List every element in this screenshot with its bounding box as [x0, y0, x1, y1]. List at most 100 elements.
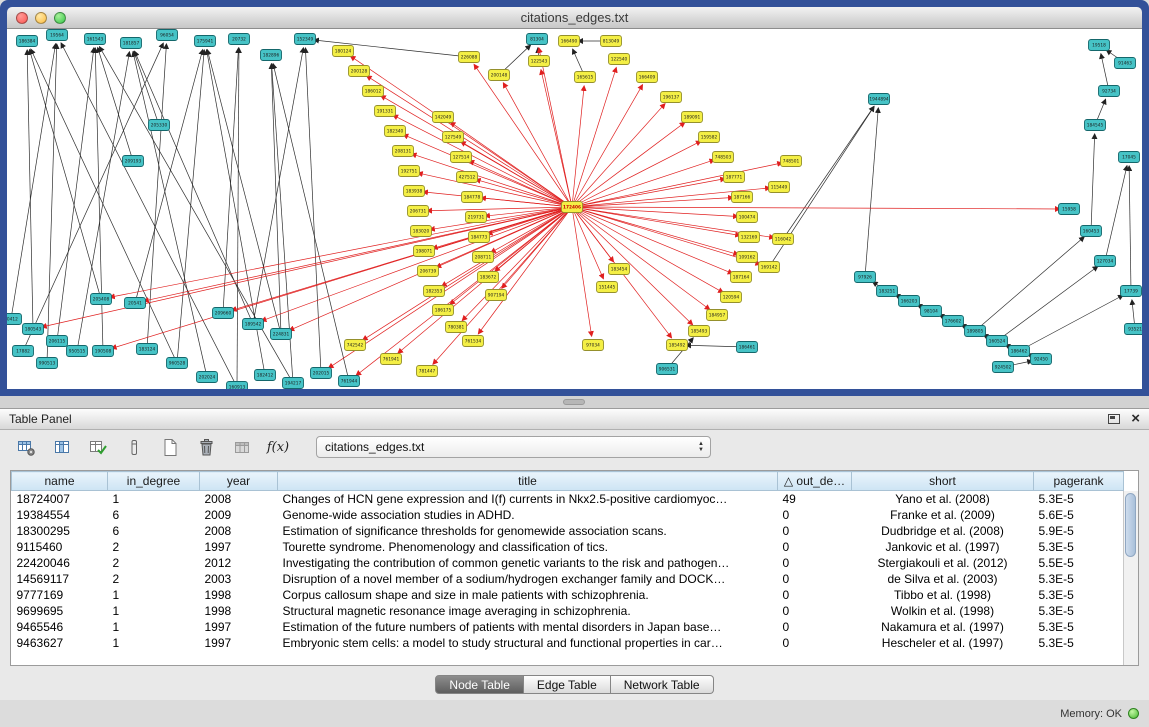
table-row[interactable]: 946554611997Estimation of the future num… [12, 619, 1124, 635]
graph-node[interactable]: 97034 [583, 340, 604, 351]
table-row[interactable]: 2242004622012Investigating the contribut… [12, 555, 1124, 571]
graph-node[interactable]: 159582 [699, 132, 720, 143]
graph-node[interactable]: 185493 [689, 326, 710, 337]
graph-node[interactable]: 190508 [93, 346, 114, 357]
table-cell[interactable]: 5.5E-5 [1034, 555, 1124, 571]
graph-node[interactable]: 202015 [311, 368, 332, 379]
table-cell[interactable]: 5.3E-5 [1034, 619, 1124, 635]
graph-node[interactable]: 160524 [987, 336, 1008, 347]
table-cell[interactable]: 5.3E-5 [1034, 571, 1124, 587]
graph-node[interactable]: 127549 [443, 132, 464, 143]
function-builder-icon[interactable]: f(x) [266, 435, 290, 459]
graph-node[interactable]: 205330 [149, 120, 170, 131]
graph-node[interactable]: 226088 [459, 52, 480, 63]
graph-node[interactable]: 950515 [67, 346, 88, 357]
graph-node[interactable]: 182340 [385, 126, 406, 137]
graph-node[interactable]: 198071 [414, 246, 435, 257]
graph-node[interactable]: 189542 [243, 319, 264, 330]
table-cell[interactable]: Dudbridge et al. (2008) [852, 523, 1034, 539]
graph-node[interactable]: 182412 [255, 370, 276, 381]
graph-node[interactable]: 19564 [47, 30, 68, 41]
graph-node[interactable]: 194217 [283, 378, 304, 389]
minimize-window-icon[interactable] [35, 12, 47, 24]
table-cell[interactable]: 5.9E-5 [1034, 523, 1124, 539]
graph-node[interactable]: 780381 [446, 322, 467, 333]
table-cell[interactable]: 0 [778, 619, 852, 635]
table-cell[interactable]: 1 [108, 603, 200, 619]
table-cell[interactable]: 9463627 [12, 635, 108, 651]
graph-node[interactable]: 907194 [486, 290, 507, 301]
graph-node[interactable]: 15958 [1059, 204, 1080, 215]
table-row[interactable]: 969969511998Structural magnetic resonanc… [12, 603, 1124, 619]
graph-node[interactable]: 960528 [167, 358, 188, 369]
new-document-icon[interactable] [158, 435, 182, 459]
column-header-3[interactable]: title [278, 472, 778, 491]
scrollbar-thumb[interactable] [1125, 493, 1136, 557]
graph-node[interactable]: 81304 [527, 34, 548, 45]
graph-node[interactable]: 183020 [411, 226, 432, 237]
graph-node[interactable]: 17045 [1119, 152, 1140, 163]
graph-node[interactable]: 748503 [713, 152, 734, 163]
graph-node[interactable]: 224831 [271, 329, 292, 340]
table-cell[interactable]: 5.6E-5 [1034, 507, 1124, 523]
edit-table-icon[interactable] [86, 435, 110, 459]
graph-node[interactable]: 172406 [562, 202, 583, 213]
graph-node[interactable]: 761944 [339, 376, 360, 387]
table-cell[interactable]: 6 [108, 523, 200, 539]
table-cell[interactable]: 2008 [200, 523, 278, 539]
tab-node-table[interactable]: Node Table [435, 675, 524, 694]
graph-node[interactable]: 161543 [85, 34, 106, 45]
graph-node[interactable]: 184957 [707, 310, 728, 321]
table-cell[interactable]: 5.3E-5 [1034, 491, 1124, 508]
table-cell[interactable]: 2012 [200, 555, 278, 571]
table-cell[interactable]: 1997 [200, 619, 278, 635]
table-row[interactable]: 1456911722003Disruption of a novel membe… [12, 571, 1124, 587]
graph-node[interactable]: 200128 [349, 66, 370, 77]
table-selector-dropdown[interactable]: citations_edges.txt ▲▼ [316, 436, 711, 458]
table-cell[interactable]: 1 [108, 619, 200, 635]
graph-node[interactable]: 183672 [478, 272, 499, 283]
graph-node[interactable]: 127034 [1095, 256, 1116, 267]
graph-node[interactable]: 180543 [23, 324, 44, 335]
graph-node[interactable]: 191331 [375, 106, 396, 117]
table-cell[interactable]: 0 [778, 587, 852, 603]
table-cell[interactable]: 0 [778, 603, 852, 619]
graph-node[interactable]: 205408 [91, 294, 112, 305]
table-cell[interactable]: 0 [778, 523, 852, 539]
graph-node[interactable]: 924502 [993, 362, 1014, 373]
table-cell[interactable]: Estimation of the future numbers of pati… [278, 619, 778, 635]
graph-node[interactable]: 184773 [469, 232, 490, 243]
table-cell[interactable]: 18300295 [12, 523, 108, 539]
graph-node[interactable]: 122543 [529, 56, 550, 67]
close-panel-icon[interactable]: × [1131, 413, 1140, 425]
graph-node[interactable]: 781447 [417, 366, 438, 377]
table-cell[interactable]: Changes of HCN gene expression and I(f) … [278, 491, 778, 508]
table-cell[interactable]: 1 [108, 635, 200, 651]
table-cell[interactable]: 5.3E-5 [1034, 539, 1124, 555]
table-cell[interactable]: 1 [108, 491, 200, 508]
graph-node[interactable]: 186012 [363, 86, 384, 97]
graph-node[interactable]: 200148 [489, 70, 510, 81]
graph-node[interactable]: 19518 [1089, 40, 1110, 51]
table-cell[interactable]: 1997 [200, 539, 278, 555]
table-cell[interactable]: 2 [108, 571, 200, 587]
graph-node[interactable]: 813049 [601, 36, 622, 47]
table-cell[interactable]: Embryonic stem cells: a model to study s… [278, 635, 778, 651]
divider-grip-icon[interactable] [563, 399, 585, 405]
graph-node[interactable]: 169142 [759, 262, 780, 273]
table-row[interactable]: 911546021997Tourette syndrome. Phenomeno… [12, 539, 1124, 555]
graph-node[interactable]: 182353 [424, 286, 445, 297]
table-cell[interactable]: 0 [778, 539, 852, 555]
table-cell[interactable]: Genome-wide association studies in ADHD. [278, 507, 778, 523]
zoom-window-icon[interactable] [54, 12, 66, 24]
table-cell[interactable]: 5.3E-5 [1034, 635, 1124, 651]
table-cell[interactable]: Franke et al. (2009) [852, 507, 1034, 523]
column-header-4[interactable]: △ out_de… [778, 472, 852, 491]
column-header-5[interactable]: short [852, 472, 1034, 491]
graph-node[interactable]: 20541 [125, 298, 146, 309]
graph-node[interactable]: 92734 [1099, 86, 1120, 97]
table-cell[interactable]: Disruption of a novel member of a sodium… [278, 571, 778, 587]
graph-node[interactable]: 206115 [47, 336, 68, 347]
graph-node[interactable]: 183938 [404, 186, 425, 197]
graph-node[interactable]: 175941 [195, 36, 216, 47]
